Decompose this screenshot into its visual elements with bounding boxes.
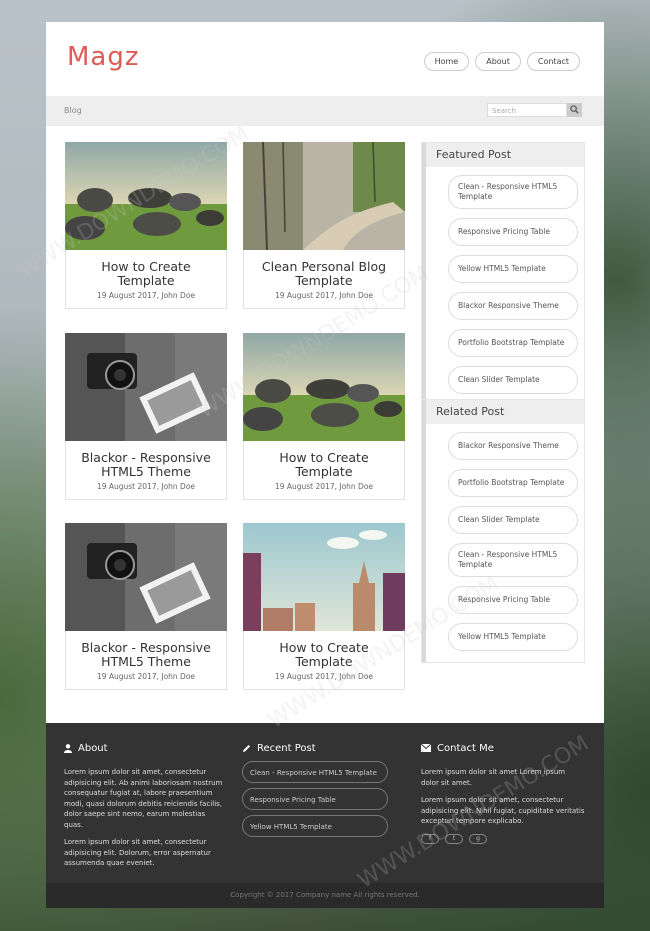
breadcrumb[interactable]: Blog [64,106,82,115]
post-title[interactable]: How to Create Template [244,631,404,669]
twitter-icon[interactable]: t [445,833,463,844]
footer-about-text: Lorem ipsum dolor sit amet, consectetur … [64,838,211,867]
post-meta: 19 August 2017, John Doe [96,291,196,300]
featured-post-link[interactable]: Clean - Responsive HTML5 Template [448,175,578,209]
post-meta: 19 August 2017, John Doe [96,482,196,491]
social-links: f t g [421,833,585,844]
post-meta: 19 August 2017, John Doe [96,672,196,681]
search-icon [570,105,579,114]
related-post-link[interactable]: Clean Slider Template [448,506,578,534]
site-header: Magz Home About Contact [46,22,604,96]
recent-post-link[interactable]: Yellow HTML5 Template [242,815,388,837]
footer-recent: Recent Post Clean - Responsive HTML5 Tem… [242,741,404,842]
nav-home[interactable]: Home [423,52,470,71]
related-post-widget: Related Post Blackor Responsive Theme Po… [421,399,585,663]
post-card[interactable]: Clean Personal Blog Template 19 August 2… [243,142,405,309]
post-card[interactable]: How to Create Template 19 August 2017, J… [243,523,405,690]
google-plus-icon[interactable]: g [469,833,487,844]
nav-about[interactable]: About [475,52,521,71]
related-post-link[interactable]: Clean - Responsive HTML5 Template [448,543,578,577]
envelope-icon [421,744,431,752]
post-image-camera[interactable] [65,523,227,631]
featured-post-link[interactable]: Blackor Responsive Theme [448,292,578,320]
post-card[interactable]: How to Create Template 19 August 2017, J… [65,142,227,309]
user-icon [64,743,72,753]
post-card[interactable]: Blackor - Responsive HTML5 Theme 19 Augu… [65,333,227,500]
post-title[interactable]: Blackor - Responsive HTML5 Theme [66,441,226,479]
top-nav: Home About Contact [423,52,580,71]
footer-recent-title: Recent Post [257,742,316,754]
featured-post-link[interactable]: Yellow HTML5 Template [448,255,578,283]
page-container: Magz Home About Contact Blog Search How … [46,22,604,908]
featured-post-link[interactable]: Responsive Pricing Table [448,218,578,246]
related-post-link[interactable]: Blackor Responsive Theme [448,432,578,460]
post-card[interactable]: How to Create Template 19 August 2017, J… [243,333,405,500]
recent-post-link[interactable]: Clean - Responsive HTML5 Template [242,761,388,783]
post-image-camera[interactable] [65,333,227,441]
footer-contact: Contact Me Lorem ipsum dolor sit amet Lo… [421,741,585,844]
post-title[interactable]: Clean Personal Blog Template [244,250,404,288]
search-button[interactable] [567,103,582,117]
post-image-city[interactable] [243,523,405,631]
related-post-link[interactable]: Portfolio Bootstrap Template [448,469,578,497]
post-meta: 19 August 2017, John Doe [274,482,374,491]
footer-contact-title: Contact Me [437,742,494,754]
footer-contact-text: Lorem ipsum dolor sit amet, consectetur … [421,796,585,825]
related-post-link[interactable]: Yellow HTML5 Template [448,623,578,651]
copyright-bar: Copyright © 2017 Company name All rights… [46,883,604,908]
post-image-forest-road[interactable] [243,142,405,250]
post-card[interactable]: Blackor - Responsive HTML5 Theme 19 Augu… [65,523,227,690]
footer-contact-text: Lorem ipsum dolor sit amet Lorem ipsum d… [421,768,566,787]
post-title[interactable]: Blackor - Responsive HTML5 Theme [66,631,226,669]
widget-title: Related Post [422,400,584,424]
nav-contact[interactable]: Contact [526,52,580,71]
footer-about-title: About [78,742,108,754]
recent-post-link[interactable]: Responsive Pricing Table [242,788,388,810]
related-post-link[interactable]: Responsive Pricing Table [448,586,578,614]
featured-post-link[interactable]: Portfolio Bootstrap Template [448,329,578,357]
featured-post-link[interactable]: Clean Slider Template [448,366,578,394]
post-image-rocks[interactable] [65,142,227,250]
site-footer: About Lorem ipsum dolor sit amet, consec… [46,723,604,883]
facebook-icon[interactable]: f [421,833,439,844]
post-image-rocks[interactable] [243,333,405,441]
widget-title: Featured Post [422,143,584,167]
site-logo[interactable]: Magz [67,42,140,72]
footer-about: About Lorem ipsum dolor sit amet, consec… [64,741,226,876]
post-title[interactable]: How to Create Template [244,441,404,479]
post-meta: 19 August 2017, John Doe [274,291,374,300]
footer-about-text: Lorem ipsum dolor sit amet, consectetur … [64,768,223,829]
search-input[interactable]: Search [487,103,567,117]
pencil-icon [243,744,250,752]
breadcrumb-bar: Blog Search [46,96,604,126]
post-title[interactable]: How to Create Template [66,250,226,288]
featured-post-widget: Featured Post Clean - Responsive HTML5 T… [421,142,585,406]
post-meta: 19 August 2017, John Doe [274,672,374,681]
